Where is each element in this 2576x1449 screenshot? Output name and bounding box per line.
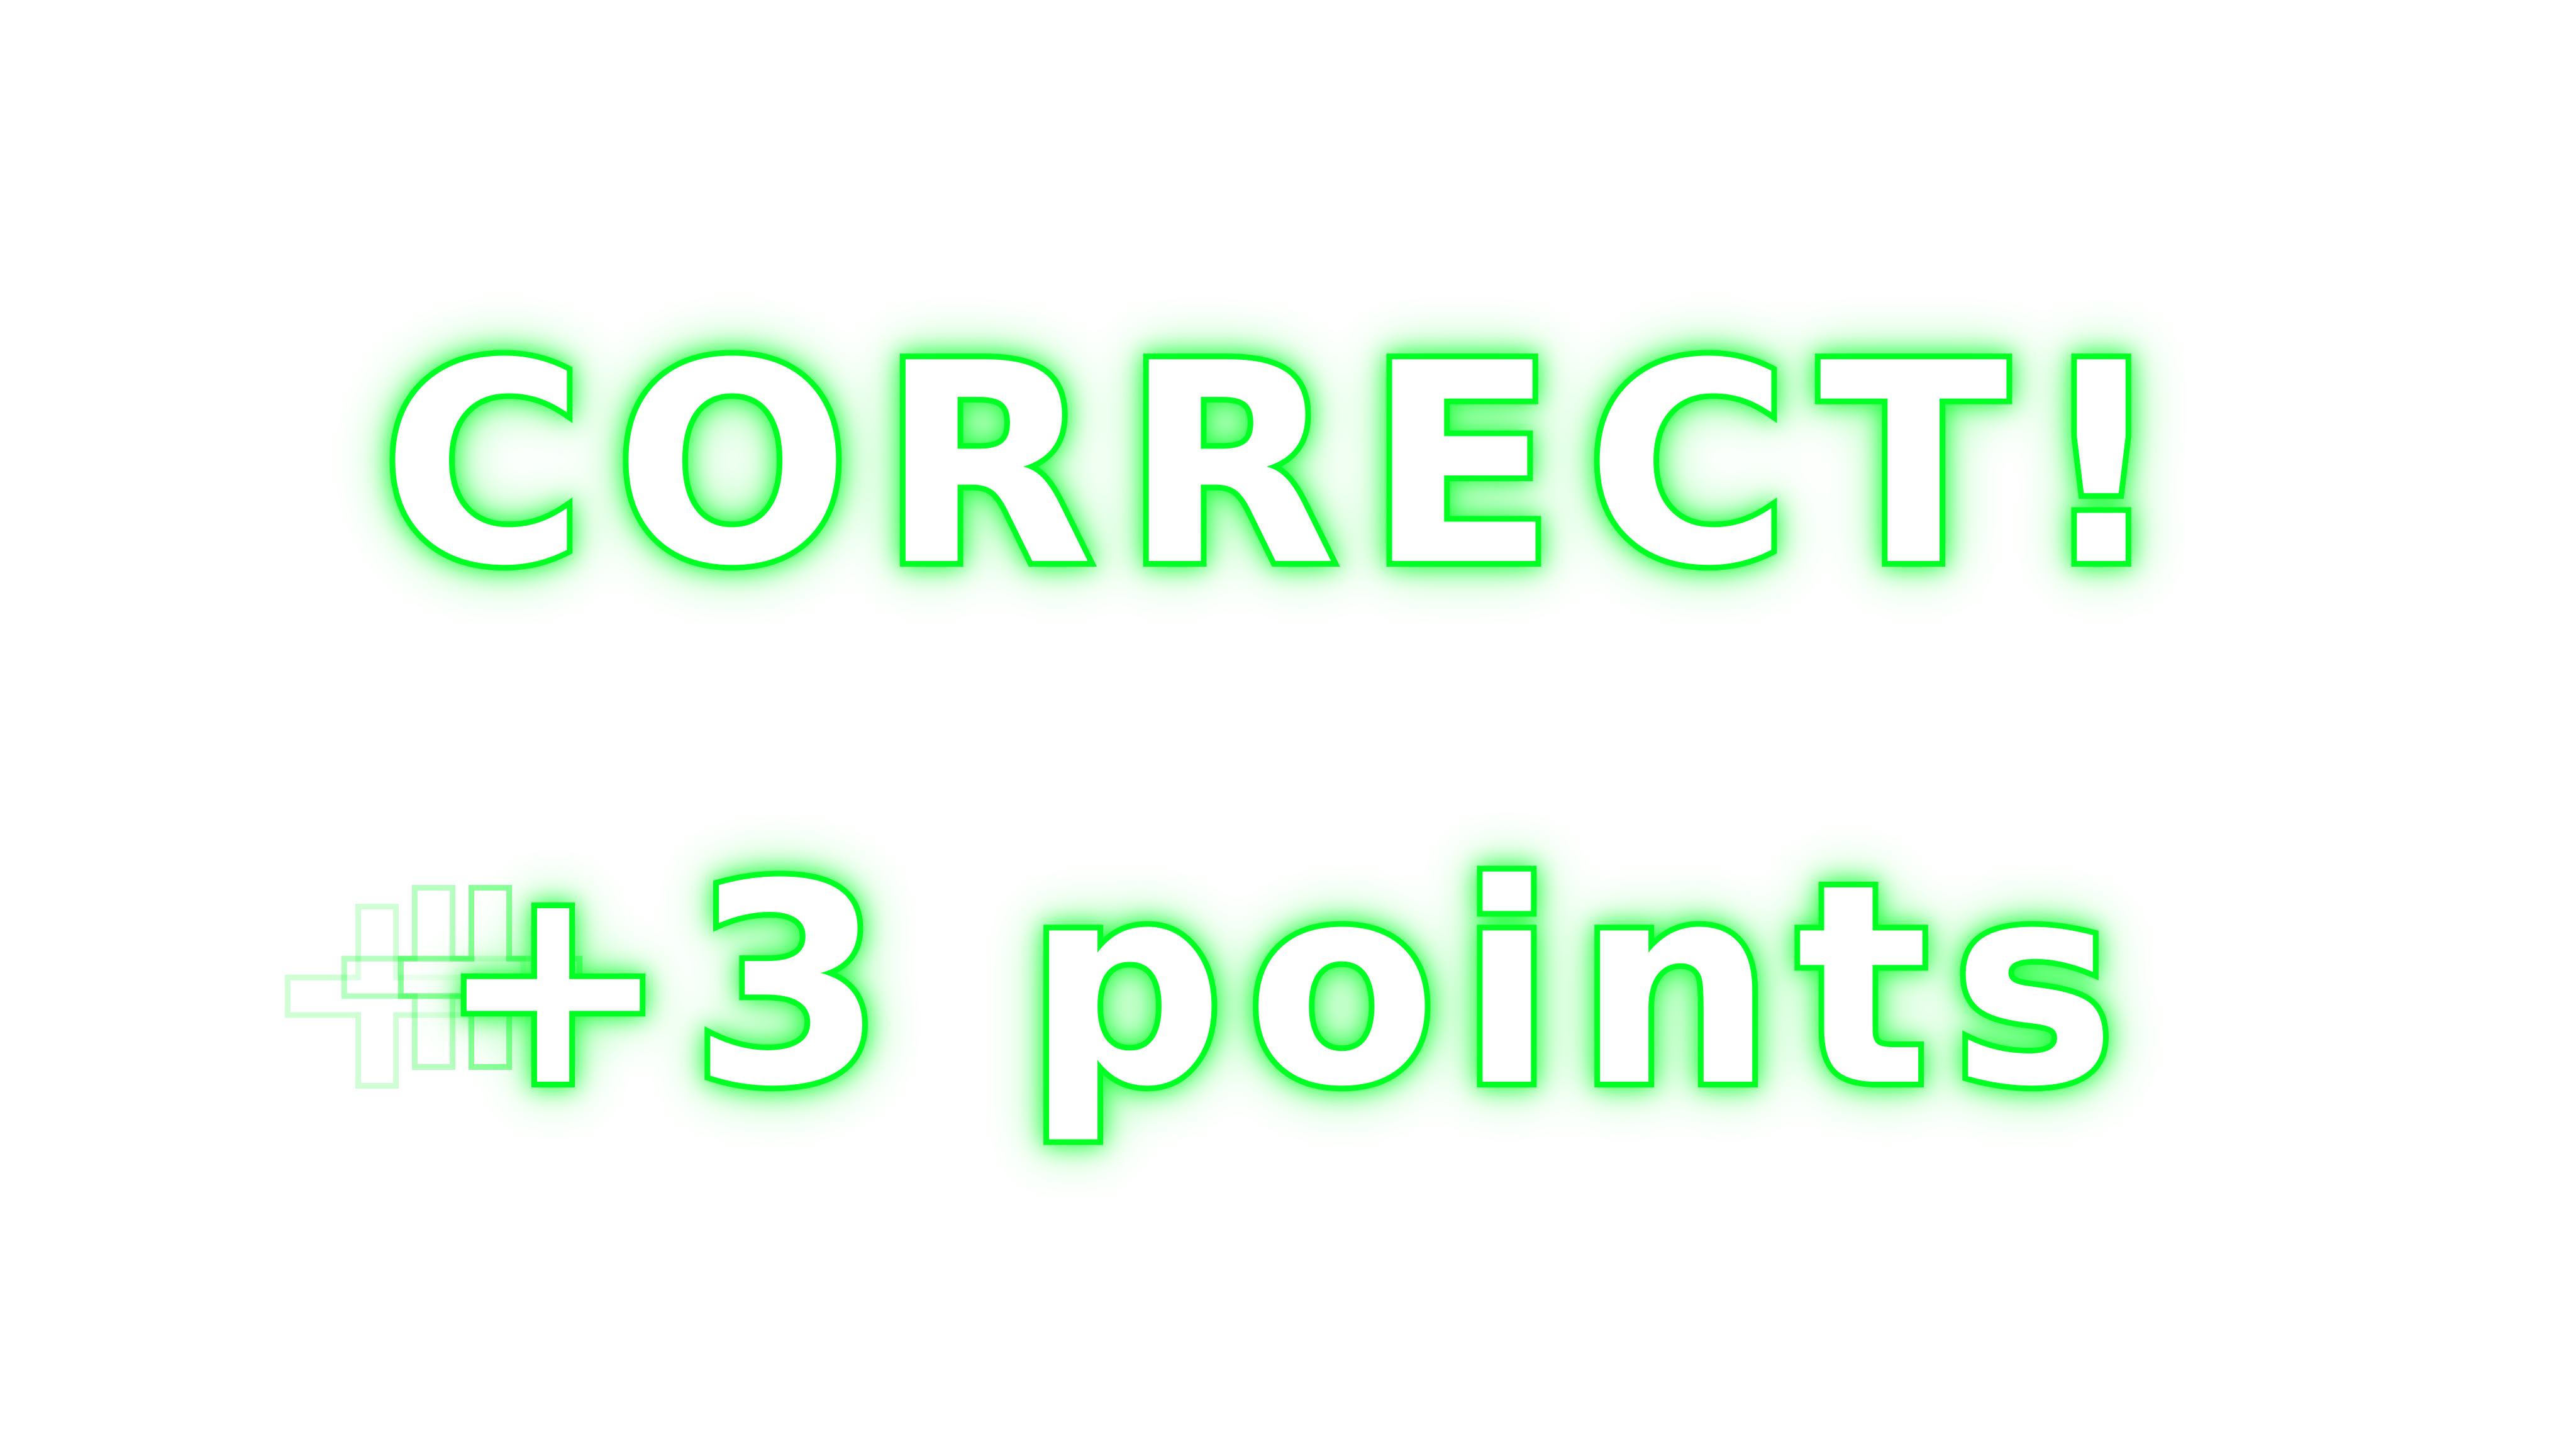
points-award-row: + + + +3 points — [0, 824, 2576, 1148]
score-feedback-screen: CORRECT! + + + +3 points — [0, 0, 2576, 1449]
points-award: + + + +3 points — [255, 824, 2139, 1148]
points-label: +3 points — [431, 825, 2139, 1147]
result-title: CORRECT! — [376, 304, 2195, 626]
